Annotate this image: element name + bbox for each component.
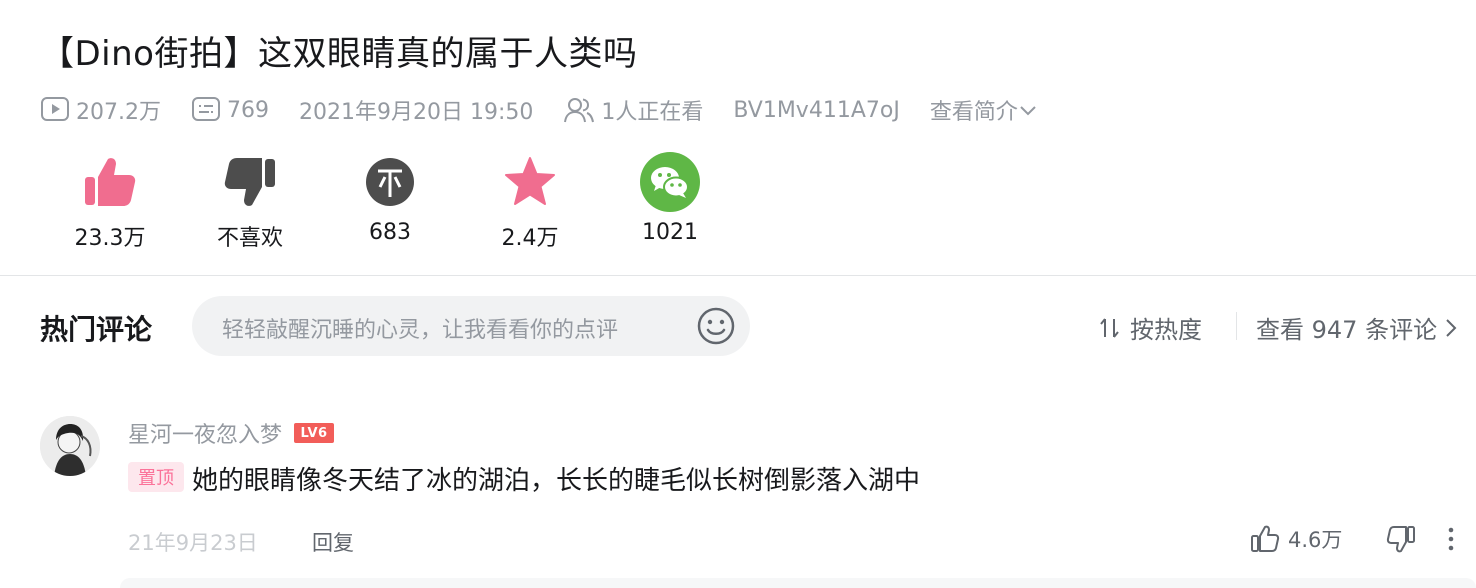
- dislike-button[interactable]: 不喜欢: [180, 150, 320, 252]
- danmaku-count: 769: [226, 97, 269, 123]
- thumb-up-outline-icon: [1251, 525, 1280, 552]
- favorite-button[interactable]: 2.4万: [460, 150, 600, 252]
- coin-button[interactable]: 683: [320, 150, 460, 252]
- reply-preview-box: [120, 578, 1476, 588]
- publish-date: 2021年9月20日 19:50: [298, 100, 534, 125]
- views-count: 207.2万: [76, 100, 161, 125]
- like-count: 23.3万: [74, 226, 146, 251]
- coin-count: 683: [369, 220, 411, 245]
- thumb-down-outline-icon[interactable]: [1386, 524, 1416, 554]
- dislike-label: 不喜欢: [216, 226, 283, 251]
- danmaku-icon: [191, 97, 220, 121]
- more-options-icon[interactable]: [1448, 526, 1454, 552]
- chevron-right-icon: [1446, 318, 1457, 337]
- view-intro-label: 查看简介: [929, 100, 1018, 125]
- view-all-comments-link[interactable]: 查看 947 条评论: [1256, 310, 1457, 345]
- favorite-count: 2.4万: [501, 226, 559, 251]
- comments-title: 热门评论: [40, 313, 153, 346]
- thumb-up-icon: [85, 158, 136, 206]
- user-avatar-image: [40, 416, 100, 476]
- comment-text: 她的眼睛像冬天结了冰的湖泊，长长的睫毛似长树倒影落入湖中: [192, 466, 921, 496]
- chevron-down-icon: [1020, 106, 1036, 116]
- comment-like-count: 4.6万: [1288, 528, 1343, 552]
- level-badge: LV6: [294, 423, 335, 443]
- danmaku-stat: 769: [191, 96, 269, 124]
- share-count: 1021: [642, 220, 698, 245]
- comments-header: 热门评论 轻轻敲醒沉睡的心灵，让我看看你的点评 按热度 查看 947 条评论: [40, 296, 1476, 356]
- like-button[interactable]: 23.3万: [40, 150, 180, 252]
- section-divider: [0, 275, 1476, 276]
- comment-footer: 21年9月23日 回复 4.6万: [128, 524, 1476, 556]
- views-stat: 207.2万: [40, 94, 161, 126]
- video-action-bar: 23.3万 不喜欢 683 2.4万 1021: [40, 150, 740, 252]
- play-count-icon: [41, 97, 69, 121]
- sort-label: 按热度: [1130, 316, 1202, 344]
- comment-input-placeholder: 轻轻敲醒沉睡的心灵，让我看看你的点评: [222, 318, 619, 343]
- people-icon: [564, 98, 595, 123]
- comment-like-button[interactable]: 4.6万: [1250, 524, 1342, 554]
- header-separator: [1236, 312, 1237, 340]
- bvid: BV1Mv411A7oJ: [733, 97, 900, 123]
- view-intro-toggle[interactable]: 查看简介: [930, 94, 1038, 126]
- view-all-label: 查看 947 条评论: [1256, 316, 1438, 344]
- comment-author[interactable]: 星河一夜忽入梦 LV6: [128, 417, 335, 449]
- video-title: 【Dino街拍】这双眼睛真的属于人类吗: [40, 34, 638, 74]
- watching-count: 1人正在看: [601, 100, 704, 125]
- emoji-icon[interactable]: [696, 306, 736, 346]
- video-meta-bar: 207.2万 769 2021年9月20日 19:50 1人正在看 BV1Mv4…: [40, 92, 1038, 128]
- comment-date: 21年9月23日: [128, 531, 258, 555]
- wechat-icon: [640, 152, 700, 212]
- reply-button[interactable]: 回复: [312, 527, 354, 557]
- pinned-badge: 置顶: [128, 462, 184, 492]
- comment-input[interactable]: 轻轻敲醒沉睡的心灵，让我看看你的点评: [192, 296, 750, 356]
- thumb-down-icon: [224, 158, 275, 206]
- comment-author-name: 星河一夜忽入梦: [128, 423, 283, 448]
- watching-stat: 1人正在看: [563, 94, 703, 126]
- star-icon: [505, 157, 555, 205]
- coin-icon: [366, 158, 414, 206]
- avatar[interactable]: [40, 416, 100, 476]
- sort-by-hot-button[interactable]: 按热度: [1098, 310, 1202, 345]
- sort-icon: [1100, 317, 1119, 338]
- share-wechat-button[interactable]: 1021: [600, 150, 740, 252]
